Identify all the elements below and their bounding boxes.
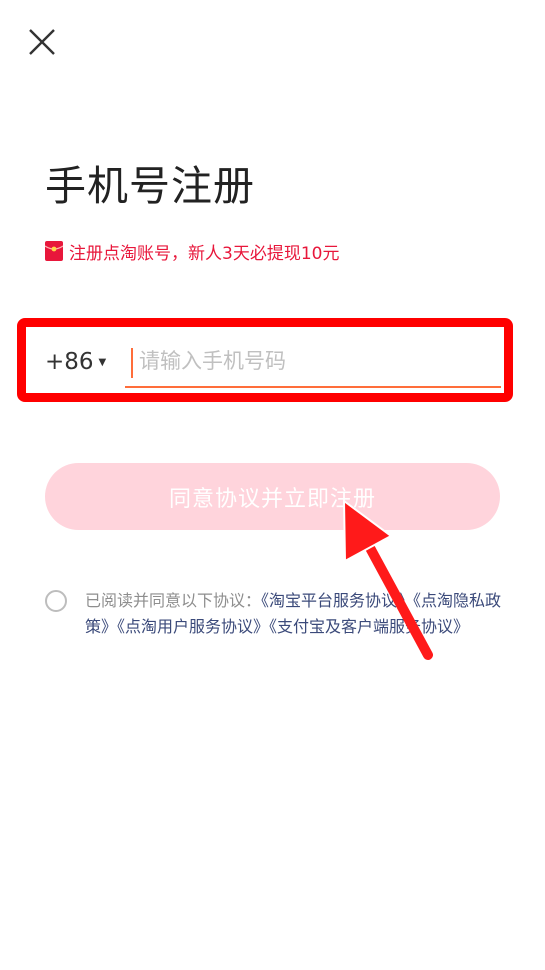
agree-register-button[interactable]: 同意协议并立即注册 xyxy=(45,463,500,530)
promo-text: 注册点淘账号，新人3天必提现10元 xyxy=(69,243,340,264)
country-code: +86 xyxy=(45,349,94,375)
alipay-client-agreement-link[interactable]: 《支付宝及客户端服务协议》 xyxy=(269,617,469,636)
close-icon xyxy=(29,29,55,55)
page-title: 手机号注册 xyxy=(45,162,255,210)
taobao-platform-agreement-link[interactable]: 《淘宝平台服务协议》 xyxy=(261,591,413,610)
phone-field-wrapper xyxy=(125,336,501,388)
agreement-text: 已阅读并同意以下协议：《淘宝平台服务协议》《点淘隐私政策》《点淘用户服务协议》《… xyxy=(85,588,503,640)
country-code-selector[interactable]: +86 ▼ xyxy=(33,349,125,375)
close-button[interactable] xyxy=(26,26,58,58)
phone-input[interactable] xyxy=(125,336,501,386)
agreement-checkbox[interactable] xyxy=(45,590,67,612)
diantao-user-agreement-link[interactable]: 《点淘用户服务协议》 xyxy=(117,617,269,636)
chevron-down-icon: ▼ xyxy=(98,356,107,368)
phone-input-row: +86 ▼ xyxy=(33,336,501,388)
text-cursor xyxy=(131,348,133,378)
agreement-prefix: 已阅读并同意以下协议： xyxy=(85,591,262,610)
red-envelope-icon xyxy=(45,241,63,261)
promo-banner: 注册点淘账号，新人3天必提现10元 xyxy=(45,239,340,264)
